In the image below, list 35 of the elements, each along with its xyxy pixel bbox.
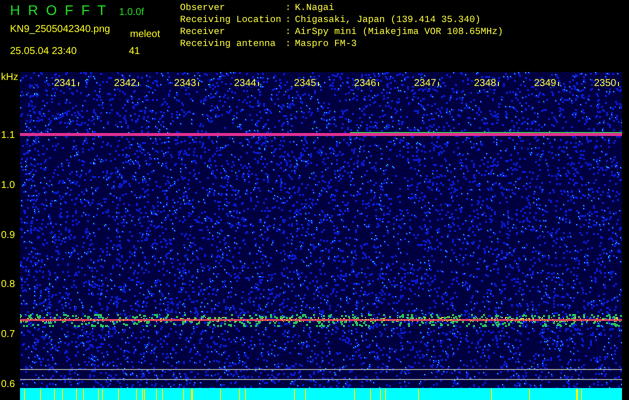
time-label: 2344 [234,78,256,89]
info-key: Receiver [180,26,282,38]
timestamp: 25.05.04 23:40 [10,46,77,57]
time-label: 2350 [594,78,616,89]
axis-unit: kHz [1,72,18,83]
frequency-label: 1.1 [1,130,15,141]
info-colon: : [285,2,291,14]
time-label: 2348 [474,78,496,89]
time-label: 2341 [54,78,76,89]
info-value: Chigasaki, Japan (139.414 35.340) [294,14,482,26]
info-value: Maspro FM-3 [294,38,358,50]
info-colon: : [285,14,291,26]
time-label: 2349 [534,78,556,89]
frequency-label: 1.0 [1,180,15,191]
info-key: Receiving Location [180,14,282,26]
frequency-label: 0.7 [1,329,15,340]
info-value: K.Nagai [294,2,336,14]
info-colon: : [285,26,291,38]
frequency-label: 0.8 [1,279,15,290]
frequency-label: 0.9 [1,230,15,241]
detection-count: 41 [128,46,141,57]
info-key: Observer [180,2,282,14]
time-label: 2342 [114,78,136,89]
time-label: 2345 [294,78,316,89]
info-key: Receiving antenna [180,38,282,50]
info-value: AirSpy mini (Miakejima VOR 108.65MHz) [294,26,504,38]
app-title: H R O F F T [10,2,107,18]
frequency-label: 0.6 [1,379,15,390]
file-name: KN9_2505042340.png [10,24,110,37]
time-label: 2346 [354,78,376,89]
detection-label: meleot [130,29,160,40]
info-colon: : [285,38,291,50]
time-label: 2347 [414,78,436,89]
time-label: 2343 [174,78,196,89]
version-label: 1.0.0f [118,7,144,18]
